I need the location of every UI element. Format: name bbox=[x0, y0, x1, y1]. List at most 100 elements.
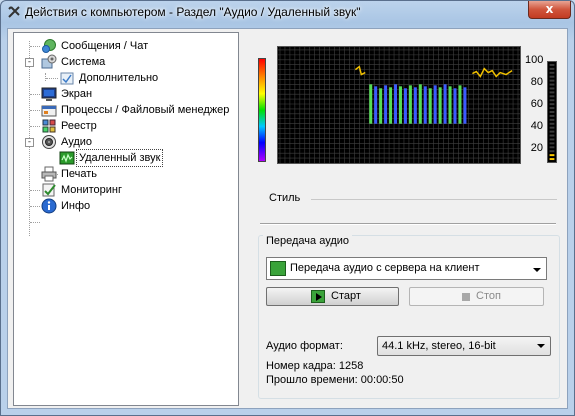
stop-button[interactable]: Стоп bbox=[409, 287, 544, 306]
level-meter-segment bbox=[549, 75, 555, 78]
level-meter bbox=[547, 61, 557, 163]
spectrum-bar bbox=[408, 85, 412, 124]
level-meter-segment bbox=[549, 150, 555, 153]
level-meter-segment bbox=[549, 138, 555, 141]
client-area: Сообщения / Чат - Система Дополнительно bbox=[7, 28, 568, 409]
spectrum-bar bbox=[389, 87, 393, 124]
tree-item-label: Аудио bbox=[61, 136, 93, 148]
monitoring-icon bbox=[42, 183, 56, 197]
remote-sound-icon bbox=[59, 151, 75, 165]
spectrum-bar bbox=[423, 86, 427, 124]
style-label: Стиль bbox=[269, 192, 301, 204]
level-meter-segment bbox=[549, 114, 555, 117]
level-meter-segment bbox=[549, 63, 555, 66]
level-meter-segment bbox=[549, 134, 555, 137]
audio-format-label: Аудио формат: bbox=[266, 340, 343, 352]
spectrum-bar bbox=[438, 87, 442, 124]
style-divider bbox=[311, 199, 557, 200]
tree-connector bbox=[30, 222, 40, 223]
stop-icon bbox=[462, 293, 470, 301]
tools-icon bbox=[8, 6, 20, 18]
spectrum-bar bbox=[399, 86, 402, 124]
scale-label-80: 80 bbox=[530, 76, 543, 88]
level-meter-segment bbox=[549, 122, 555, 125]
tree-item-info[interactable]: Инфо bbox=[14, 198, 238, 214]
level-meter-segment bbox=[549, 99, 555, 102]
registry-icon bbox=[42, 119, 56, 133]
level-meter-segment bbox=[549, 91, 555, 94]
audio-icon bbox=[42, 135, 56, 149]
processes-icon bbox=[41, 105, 57, 117]
audio-format-select[interactable]: 44.1 kHz, stereo, 16-bit bbox=[377, 336, 551, 356]
tree-item-label: Удаленный звук bbox=[75, 149, 164, 167]
printer-icon bbox=[41, 166, 57, 182]
title-bar[interactable]: Действия с компьютером - Раздел "Аудио /… bbox=[1, 1, 574, 25]
tree-item-system[interactable]: Система bbox=[14, 54, 238, 70]
scale-label-100: 100 bbox=[525, 54, 544, 66]
spectrum-bar bbox=[463, 87, 467, 124]
level-meter-segment bbox=[549, 118, 555, 121]
tree-item-remote-sound[interactable]: Удаленный звук bbox=[14, 149, 238, 167]
play-icon bbox=[311, 290, 325, 303]
level-meter-segment bbox=[549, 107, 555, 110]
spectrum-bar bbox=[448, 86, 452, 124]
scale-label-20: 20 bbox=[530, 142, 543, 154]
tree-item-label: Дополнительно bbox=[79, 72, 159, 84]
chevron-down-icon bbox=[537, 344, 545, 348]
spectrum-peak-trace bbox=[354, 65, 366, 76]
spectrum-bar bbox=[453, 88, 457, 124]
tree-item-screen[interactable]: Экран bbox=[14, 86, 238, 102]
chat-icon bbox=[42, 39, 56, 53]
spectrum-bar bbox=[428, 88, 432, 124]
tree-item-processes[interactable]: Процессы / Файловый менеджер bbox=[14, 102, 238, 118]
close-button[interactable]: x bbox=[528, 1, 571, 19]
level-meter-segment bbox=[549, 142, 555, 145]
spectrum-bar bbox=[433, 85, 437, 124]
spectrum-bar bbox=[394, 84, 398, 124]
level-meter-segment bbox=[549, 103, 555, 106]
tree-item-print[interactable]: Печать bbox=[14, 166, 238, 182]
tree-item-audio[interactable]: Аудио bbox=[14, 134, 238, 150]
level-meter-segment bbox=[549, 79, 555, 82]
tree-item-chat[interactable]: Сообщения / Чат bbox=[14, 38, 238, 54]
color-gradient-bar bbox=[258, 58, 266, 162]
monitor-icon bbox=[41, 87, 57, 101]
audio-format-value: 44.1 kHz, stereo, 16-bit bbox=[382, 340, 496, 352]
spectrum-display bbox=[277, 46, 521, 164]
tree-item-registry[interactable]: Реестр bbox=[14, 118, 238, 134]
level-meter-segment bbox=[549, 83, 555, 86]
tree-item-monitoring[interactable]: Мониторинг bbox=[14, 182, 238, 198]
spectrum-bar bbox=[403, 88, 407, 124]
transfer-direction-icon bbox=[270, 261, 286, 276]
spectrum-bar bbox=[443, 84, 447, 124]
tree-item-label: Система bbox=[61, 56, 106, 68]
section-separator bbox=[260, 223, 556, 225]
level-meter-segment bbox=[549, 126, 555, 129]
spectrum-bar bbox=[369, 84, 373, 124]
tree-item-label: Процессы / Файловый менеджер bbox=[61, 104, 230, 116]
start-button[interactable]: Старт bbox=[266, 287, 399, 306]
level-meter-segment bbox=[549, 71, 555, 74]
tree-item-additional[interactable]: Дополнительно bbox=[14, 70, 238, 86]
main-window: Действия с компьютером - Раздел "Аудио /… bbox=[0, 0, 575, 416]
level-meter-segment bbox=[549, 154, 555, 157]
chevron-down-icon bbox=[533, 268, 541, 272]
tree-item-label: Реестр bbox=[61, 120, 97, 132]
audio-visualizer: 100 80 60 40 20 Стиль bbox=[251, 43, 557, 204]
level-meter-segment bbox=[549, 95, 555, 98]
window-title: Действия с компьютером - Раздел "Аудио /… bbox=[25, 5, 361, 19]
level-meter-segment bbox=[549, 130, 555, 133]
section-tree[interactable]: Сообщения / Чат - Система Дополнительно bbox=[13, 32, 239, 406]
tree-item-label: Печать bbox=[61, 168, 98, 180]
elapsed-time: Прошло времени: 00:00:50 bbox=[266, 374, 404, 386]
level-meter-segment bbox=[549, 111, 555, 113]
tree-item-label: Мониторинг bbox=[61, 184, 123, 196]
frame-number: Номер кадра: 1258 bbox=[266, 360, 364, 372]
transfer-direction-select[interactable]: Передача аудио с сервера на клиент bbox=[266, 257, 547, 280]
spectrum-bar bbox=[379, 88, 383, 124]
level-meter-segment bbox=[549, 158, 555, 161]
level-meter-segment bbox=[549, 67, 555, 70]
level-meter-segment bbox=[549, 146, 555, 149]
transfer-direction-value: Передача аудио с сервера на клиент bbox=[290, 262, 480, 274]
additional-icon bbox=[60, 72, 74, 85]
